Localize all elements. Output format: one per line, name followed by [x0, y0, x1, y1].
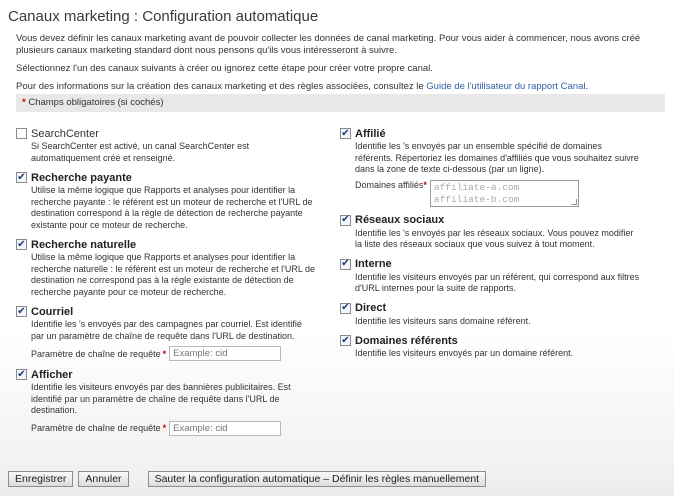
channel-title: Affilié [355, 127, 386, 140]
channel-description: Identifie les 's envoyés par les réseaux… [355, 227, 634, 250]
channel-description: Identifie les visiteurs envoyés par un d… [355, 348, 574, 358]
checkmark-icon: ✔ [17, 238, 26, 250]
textarea-line: affiliate-b.com [433, 193, 520, 205]
email-query-param-input[interactable] [169, 346, 282, 361]
resize-grip-icon[interactable] [570, 198, 577, 205]
channel-title: Afficher [31, 368, 73, 381]
channel-description: Identifie les 's envoyés par des campagn… [31, 319, 302, 341]
channel-title: Domaines référents [355, 334, 458, 347]
page-title: Canaux marketing : Configuration automat… [8, 8, 319, 25]
display-query-param-input[interactable] [169, 420, 282, 436]
channel-social-networks: ✔ Réseaux sociaux Identifie les 's envoy… [340, 213, 640, 251]
checkbox-display[interactable]: ✔ [16, 369, 27, 380]
channel-title: Courriel [31, 305, 74, 318]
channel-description: Utilise la même logique que Rapports et … [31, 185, 313, 230]
intro-line-3-prefix: Pour des informations sur la création de… [16, 81, 427, 92]
channel-searchcenter: SearchCenter Si SearchCenter est activé,… [16, 126, 316, 164]
channel-title: Direct [355, 302, 387, 314]
left-channel-column: SearchCenter Si SearchCenter est activé,… [16, 126, 316, 442]
channel-title: Réseaux sociaux [355, 214, 445, 226]
email-query-param-row: Paramètre de chaîne de requête * [31, 346, 316, 361]
channel-natural-search: ✔ Recherche naturelle Utilise la même lo… [16, 237, 316, 298]
checkbox-affiliate[interactable]: ✔ [340, 128, 351, 139]
field-label: Paramètre de chaîne de requête [31, 423, 161, 433]
channel-description: Identifie les 's envoyés par un ensemble… [355, 141, 639, 174]
checkmark-icon: ✔ [341, 302, 350, 313]
cancel-button[interactable]: Annuler [78, 471, 129, 487]
channel-description: Identifie les visiteurs sans domaine réf… [355, 315, 531, 326]
page: Canaux marketing : Configuration automat… [0, 0, 674, 496]
right-channel-column: ✔ Affilié Identifie les 's envoyés par u… [340, 126, 640, 366]
channel-internal: ✔ Interne Identifie les visiteurs envoyé… [340, 257, 640, 295]
affiliate-domains-textarea[interactable]: affiliate-a.com affiliate-b.com [429, 179, 579, 207]
required-star: * [162, 348, 167, 359]
checkmark-icon: ✔ [17, 171, 26, 183]
intro-line-1: Vous devez définir les canaux marketing … [16, 33, 641, 56]
channel-description: Utilise la même logique que Rapports et … [31, 252, 316, 297]
channel-title: Recherche naturelle [31, 238, 137, 251]
channel-title: Interne [355, 258, 392, 270]
channel-affiliate: ✔ Affilié Identifie les 's envoyés par u… [340, 126, 640, 207]
checkbox-social-networks[interactable]: ✔ [340, 214, 351, 226]
channel-description: Identifie les visiteurs envoyés par un r… [355, 271, 640, 294]
channel-referring-domains: ✔ Domaines référents Identifie les visit… [340, 333, 640, 360]
channel-paid-search: ✔ Recherche payante Utilise la même logi… [16, 170, 316, 231]
checkmark-icon: ✔ [341, 214, 350, 225]
display-query-param-row: Paramètre de chaîne de requête * [31, 420, 316, 436]
checkmark-icon: ✔ [341, 334, 350, 346]
field-label: Paramètre de chaîne de requête [31, 348, 161, 359]
checkbox-paid-search[interactable]: ✔ [16, 172, 27, 183]
checkbox-searchcenter[interactable] [16, 128, 27, 139]
checkmark-icon: ✔ [341, 258, 350, 269]
save-button[interactable]: Enregistrer [8, 471, 74, 487]
required-fields-note: * Champs obligatoires (si cochés) [16, 94, 665, 112]
channel-description: Identifie les visiteurs envoyés par des … [31, 382, 291, 415]
channel-direct: ✔ Direct Identifie les visiteurs sans do… [340, 301, 640, 328]
intro-line-3-suffix: . [585, 81, 589, 92]
channel-description: Si SearchCenter est activé, un canal Sea… [31, 141, 250, 163]
required-note-text: Champs obligatoires (si cochés) [25, 97, 164, 108]
channel-report-guide-link[interactable]: Guide de l'utilisateur du rapport Canal [426, 81, 585, 92]
intro-line-3: Pour des informations sur la création de… [16, 81, 666, 93]
intro-line-2: Sélectionnez l'un des canaux suivants à … [16, 63, 433, 74]
skip-auto-setup-button[interactable]: Sauter la configuration automatique – Dé… [147, 471, 487, 487]
channel-title: Recherche payante [31, 171, 132, 184]
checkbox-referring-domains[interactable]: ✔ [340, 335, 351, 346]
checkmark-icon: ✔ [17, 368, 26, 380]
checkbox-internal[interactable]: ✔ [340, 258, 351, 270]
channel-display: ✔ Afficher Identifie les visiteurs envoy… [16, 367, 316, 436]
affiliate-domains-row: Domaines affiliés * affiliate-a.com affi… [355, 179, 640, 207]
field-label: Domaines affiliés [355, 179, 424, 190]
required-star: * [162, 423, 167, 433]
checkbox-email[interactable]: ✔ [16, 306, 27, 317]
checkbox-natural-search[interactable]: ✔ [16, 239, 27, 250]
checkmark-icon: ✔ [17, 305, 26, 317]
channel-title: SearchCenter [31, 127, 99, 140]
intro-text: Vous devez définir les canaux marketing … [16, 33, 666, 99]
checkbox-direct[interactable]: ✔ [340, 302, 351, 314]
footer-buttons: Enregistrer Annuler Sauter la configurat… [8, 471, 491, 487]
textarea-line: affiliate-a.com [433, 181, 520, 193]
checkmark-icon: ✔ [341, 127, 350, 139]
required-star: * [423, 179, 427, 190]
channel-email: ✔ Courriel Identifie les 's envoyés par … [16, 304, 316, 361]
